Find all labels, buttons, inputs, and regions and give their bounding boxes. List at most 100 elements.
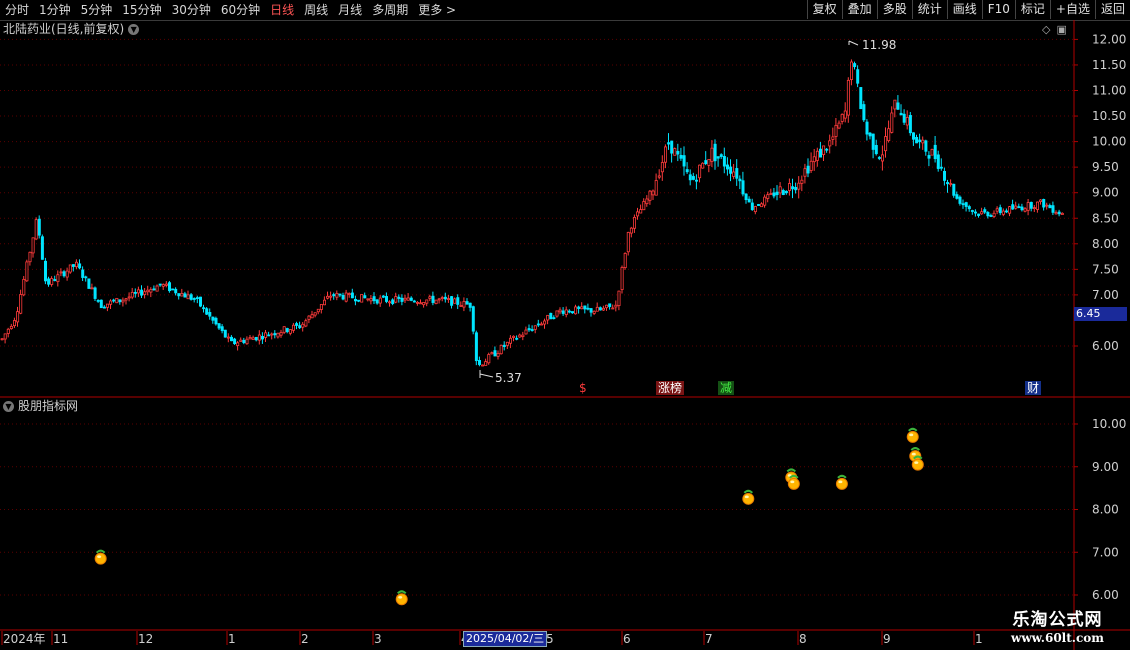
candle-body bbox=[161, 284, 165, 287]
candle-body bbox=[106, 303, 110, 308]
candle-body bbox=[0, 338, 4, 341]
candle-body bbox=[360, 294, 364, 303]
indicator-title[interactable]: ▼ 股朋指标网 bbox=[3, 398, 78, 414]
candle-body bbox=[930, 149, 934, 156]
candle-body bbox=[180, 293, 184, 297]
watermark-title: 乐淘公式网 bbox=[1012, 610, 1103, 630]
candle-body bbox=[958, 196, 962, 204]
candle-body bbox=[16, 311, 20, 323]
candle-body bbox=[766, 194, 770, 199]
candle-body bbox=[264, 332, 268, 338]
candle-body bbox=[912, 132, 916, 140]
candle-body bbox=[760, 203, 764, 208]
candle-body bbox=[502, 344, 506, 348]
candle-body bbox=[338, 293, 342, 296]
candle-body bbox=[530, 329, 534, 331]
candle-body bbox=[167, 282, 171, 292]
time-label: 6 bbox=[623, 632, 631, 646]
candle-body bbox=[146, 289, 150, 293]
candle-body bbox=[1020, 206, 1024, 211]
candle-body bbox=[260, 336, 264, 340]
chevron-down-icon[interactable]: ▼ bbox=[3, 400, 14, 412]
candle-body bbox=[316, 308, 320, 313]
candle-body bbox=[487, 354, 491, 364]
candle-body bbox=[642, 201, 646, 211]
time-label: 8 bbox=[799, 632, 807, 646]
low-marker bbox=[479, 370, 494, 378]
candle-body bbox=[239, 339, 243, 342]
candle-body bbox=[1057, 211, 1061, 215]
candle-body bbox=[192, 298, 196, 300]
event-marker: $ bbox=[579, 381, 587, 395]
fruit-highlight bbox=[914, 461, 919, 464]
candle-body bbox=[1005, 210, 1009, 213]
kline-chart[interactable]: 12.00 11.50 11.00 10.50 10.00 9.50 9.00 8.50 8.0… bbox=[0, 0, 1130, 650]
price-label: 10.50 bbox=[1092, 109, 1126, 123]
price-label: 9.00 bbox=[1092, 186, 1119, 200]
candle-body bbox=[446, 298, 450, 300]
candle-body bbox=[695, 179, 699, 182]
candle-body bbox=[109, 300, 113, 305]
price-label: 9.50 bbox=[1092, 160, 1119, 174]
fruit-leaf bbox=[837, 474, 847, 479]
candle-body bbox=[651, 190, 655, 196]
candle-body bbox=[25, 261, 29, 282]
candle-body bbox=[397, 296, 401, 299]
candle-body bbox=[164, 283, 168, 286]
candle-body bbox=[276, 332, 280, 338]
candle-body bbox=[657, 175, 661, 178]
time-label: 12 bbox=[138, 632, 153, 646]
candle-body bbox=[704, 160, 708, 165]
candle-body bbox=[400, 297, 404, 302]
candle-body bbox=[986, 212, 990, 217]
candle-body bbox=[233, 338, 237, 345]
candle-body bbox=[335, 292, 339, 298]
candle-body bbox=[784, 190, 788, 194]
candle-body bbox=[456, 297, 460, 305]
candle-body bbox=[670, 140, 674, 154]
candle-body bbox=[415, 301, 419, 304]
candle-body bbox=[890, 112, 894, 133]
orange-fruit-icon bbox=[911, 458, 924, 471]
candle-body bbox=[558, 309, 562, 313]
high-price-label: 11.98 bbox=[862, 38, 896, 52]
candle-body bbox=[974, 211, 978, 214]
candle-body bbox=[251, 337, 255, 340]
candle-body bbox=[217, 323, 221, 329]
candle-body bbox=[68, 264, 72, 273]
candle-body bbox=[50, 278, 54, 285]
candle-body bbox=[329, 295, 333, 298]
fruit-highlight bbox=[790, 480, 795, 484]
candle-body bbox=[183, 293, 187, 298]
price-label: 8.50 bbox=[1092, 211, 1119, 225]
candle-body bbox=[967, 206, 971, 210]
orange-fruit-icon bbox=[94, 552, 107, 565]
candle-body bbox=[512, 335, 516, 338]
candle-body bbox=[406, 297, 410, 301]
candle-body bbox=[1060, 212, 1064, 215]
candle-body bbox=[853, 63, 857, 68]
candle-body bbox=[871, 133, 875, 150]
fruit-highlight bbox=[744, 495, 749, 499]
candle-body bbox=[580, 306, 584, 310]
fruit-leaf bbox=[908, 427, 918, 432]
candle-body bbox=[822, 145, 826, 155]
candle-body bbox=[59, 271, 63, 274]
indicator-price-label: 7.00 bbox=[1092, 545, 1119, 559]
orange-fruit-icon bbox=[395, 593, 408, 606]
candle-body bbox=[800, 179, 804, 184]
candle-body bbox=[645, 198, 649, 205]
candle-body bbox=[40, 236, 44, 260]
candle-body bbox=[375, 299, 379, 304]
candle-body bbox=[431, 295, 435, 303]
candle-body bbox=[636, 211, 640, 217]
event-marker: 财 bbox=[1027, 381, 1039, 395]
candle-body bbox=[623, 252, 627, 269]
candle-body bbox=[90, 287, 94, 290]
candle-body bbox=[518, 334, 522, 338]
candle-body bbox=[6, 328, 10, 334]
cursor-date-label: 2025/04/02/三 bbox=[463, 631, 548, 647]
candle-body bbox=[698, 164, 702, 179]
candle-body bbox=[332, 294, 336, 297]
candle-body bbox=[344, 292, 348, 302]
